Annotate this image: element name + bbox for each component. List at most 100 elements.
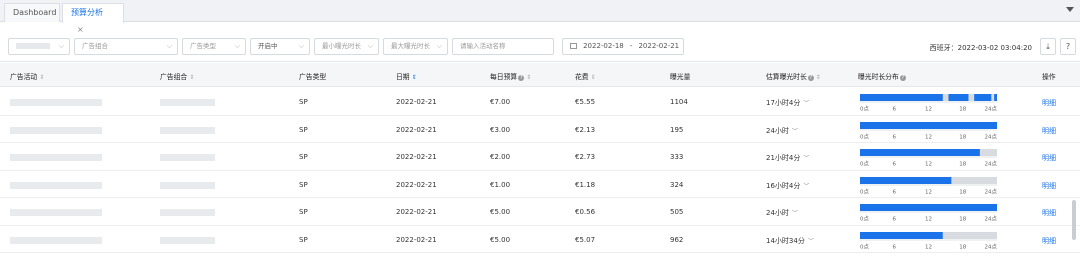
info-icon[interactable]: ? (518, 75, 525, 81)
date-range-picker[interactable]: 2022-02-18 - 2022-02-21 (562, 38, 684, 55)
est-duration-select[interactable]: 16小时4分 ﹀ (766, 181, 809, 191)
redacted-campaign-name[interactable] (10, 154, 102, 161)
chevron-down-icon: ⌵ (367, 42, 373, 50)
axis-tick-label: 18 (959, 217, 966, 223)
exposure-distribution: 0点 6 12 18 24点 (858, 231, 998, 251)
exposure-distribution: 0点 6 12 18 24点 (858, 148, 998, 168)
redacted-combo-name (160, 181, 215, 189)
est-duration-select[interactable]: 24小时 ﹀ (766, 208, 798, 218)
redacted-campaign-name[interactable] (10, 209, 102, 216)
date-value: 2022-02-21 (396, 208, 437, 216)
ad-combo-select[interactable]: 广告组合 ⌵ (74, 38, 178, 55)
sort-icon[interactable]: ⇕ (39, 74, 44, 81)
detail-link[interactable]: 明细 (1042, 208, 1056, 218)
impressions-value: 333 (670, 153, 684, 161)
est-duration-select[interactable]: 14小时34分 ﹀ (766, 236, 814, 246)
table-row: SP 2022-02-21 €5.00 €5.07 962 14小时34分 ﹀ 0点 6 12 18… (0, 226, 1080, 253)
filter-bar: ⌵ 广告组合 ⌵ 广告类型 ⌵ 开启中 ⌵ 最小曝光时长 ⌵ 最大曝光时长 ⌵ 请输入活动… (0, 30, 1080, 62)
tab-dashboard[interactable]: Dashboard (4, 3, 60, 22)
col-impressions: 曝光量 (670, 71, 690, 81)
col-date[interactable]: 日期 ⇕ (396, 71, 417, 81)
tab-bar: Dashboard 预算分析× (0, 0, 1080, 34)
status-select[interactable]: 开启中 ⌵ (250, 38, 310, 55)
table-row: SP 2022-02-21 €3.00 €2.13 195 24小时 ﹀ 0点 6 12 18 24点… (0, 116, 1080, 143)
chevron-down-icon: ﹀ (803, 100, 810, 107)
sort-icon[interactable]: ⇕ (412, 74, 417, 81)
exposure-segment (860, 176, 952, 184)
max-exposure-select[interactable]: 最大曝光时长 ⌵ (383, 38, 448, 55)
exposure-segment (860, 121, 997, 129)
est-duration-select[interactable]: 21小时4分 ﹀ (766, 153, 809, 163)
sort-icon[interactable]: ⇕ (816, 74, 821, 81)
col-label: 曝光量 (670, 73, 691, 81)
axis-tick-label: 0点 (860, 133, 869, 140)
axis-tick-label: 12 (925, 217, 932, 223)
col-label: 操作 (1042, 73, 1056, 81)
ad-type-value: SP (299, 125, 308, 134)
info-icon[interactable]: ? (899, 75, 906, 81)
chevron-down-icon: ⌵ (436, 42, 442, 50)
sort-icon[interactable]: ⇕ (189, 74, 194, 81)
chevron-down-icon: ﹀ (803, 182, 810, 190)
col-label: 花费 (575, 73, 589, 81)
date-value: 2022-02-21 (396, 153, 437, 161)
help-icon[interactable]: ? (1060, 38, 1076, 55)
col-label: 广告活动 (10, 73, 38, 81)
col-budget[interactable]: 每日预算? ⇕ (490, 71, 531, 81)
axis-tick-label: 6 (893, 134, 897, 140)
exposure-distribution: 0点 6 12 18 24点 (858, 203, 998, 223)
min-exposure-select[interactable]: 最小曝光时长 ⌵ (314, 38, 379, 55)
redacted-campaign-name[interactable] (10, 236, 102, 244)
budget-value: €3.00 (490, 125, 511, 134)
redacted-combo-name (160, 99, 215, 106)
detail-link[interactable]: 明细 (1042, 126, 1056, 136)
impressions-value: 324 (670, 180, 684, 189)
detail-link[interactable]: 明细 (1042, 236, 1056, 246)
est-duration-select[interactable]: 24小时 ﹀ (766, 126, 798, 136)
sort-icon[interactable]: ⇕ (591, 74, 596, 81)
impressions-value: 505 (670, 208, 684, 216)
scrollbar[interactable] (1072, 200, 1076, 240)
sort-icon[interactable]: ⇕ (526, 74, 531, 81)
axis-tick-label: 24点 (985, 188, 998, 195)
chevron-down-icon: ﹀ (803, 155, 810, 162)
detail-link[interactable]: 明细 (1042, 153, 1056, 163)
axis-tick-label: 18 (959, 162, 966, 168)
axis-tick-label: 0点 (860, 188, 869, 195)
axis-tick-label: 24点 (985, 106, 998, 113)
col-label: 广告组合 (160, 73, 188, 81)
ad-type-select[interactable]: 广告类型 ⌵ (182, 38, 246, 55)
account-select[interactable]: ⌵ (8, 38, 70, 55)
tab-budget-analysis[interactable]: 预算分析× (62, 3, 124, 34)
exposure-distribution: 0点 6 12 18 24点 (858, 93, 998, 113)
redacted-campaign-name[interactable] (10, 99, 102, 106)
col-est-duration[interactable]: 估算曝光时长? ⇕ (766, 71, 821, 81)
info-icon[interactable]: ? (807, 75, 814, 81)
est-duration-select[interactable]: 17小时4分 ﹀ (766, 98, 809, 108)
redacted-campaign-name[interactable] (10, 126, 102, 134)
table-row: SP 2022-02-21 €7.00 €5.55 1104 17小时4分 ﹀ 0点 6 12 18… (0, 88, 1080, 116)
chevron-down-icon[interactable] (1066, 7, 1074, 12)
campaign-search-input[interactable]: 请输入活动名称 (452, 38, 554, 55)
detail-link[interactable]: 明细 (1042, 98, 1056, 108)
date-start: 2022-02-18 (583, 42, 624, 50)
redacted-combo-name (160, 126, 215, 134)
axis-tick-label: 6 (893, 217, 897, 223)
col-campaign[interactable]: 广告活动 ⇕ (10, 71, 44, 81)
axis-tick-label: 6 (893, 189, 897, 195)
tab-label: 预算分析 (71, 8, 103, 17)
col-spend[interactable]: 花费 ⇕ (575, 71, 596, 81)
chevron-down-icon: ﹀ (791, 127, 798, 135)
col-label: 曝光时长分布 (858, 73, 899, 81)
download-icon[interactable]: ⤓ (1040, 38, 1056, 55)
exposure-segment (860, 231, 943, 239)
col-combo[interactable]: 广告组合 ⇕ (160, 71, 194, 81)
redacted-campaign-name[interactable] (10, 181, 102, 189)
chevron-down-icon: ⌵ (298, 42, 304, 50)
detail-link[interactable]: 明细 (1042, 181, 1056, 191)
distribution-chart: 0点 6 12 18 24点 (860, 149, 997, 168)
ad-type-value: SP (299, 180, 308, 189)
exposure-segment (860, 204, 997, 211)
distribution-chart: 0点 6 12 18 24点 (860, 176, 998, 195)
search-placeholder: 请输入活动名称 (460, 42, 506, 50)
